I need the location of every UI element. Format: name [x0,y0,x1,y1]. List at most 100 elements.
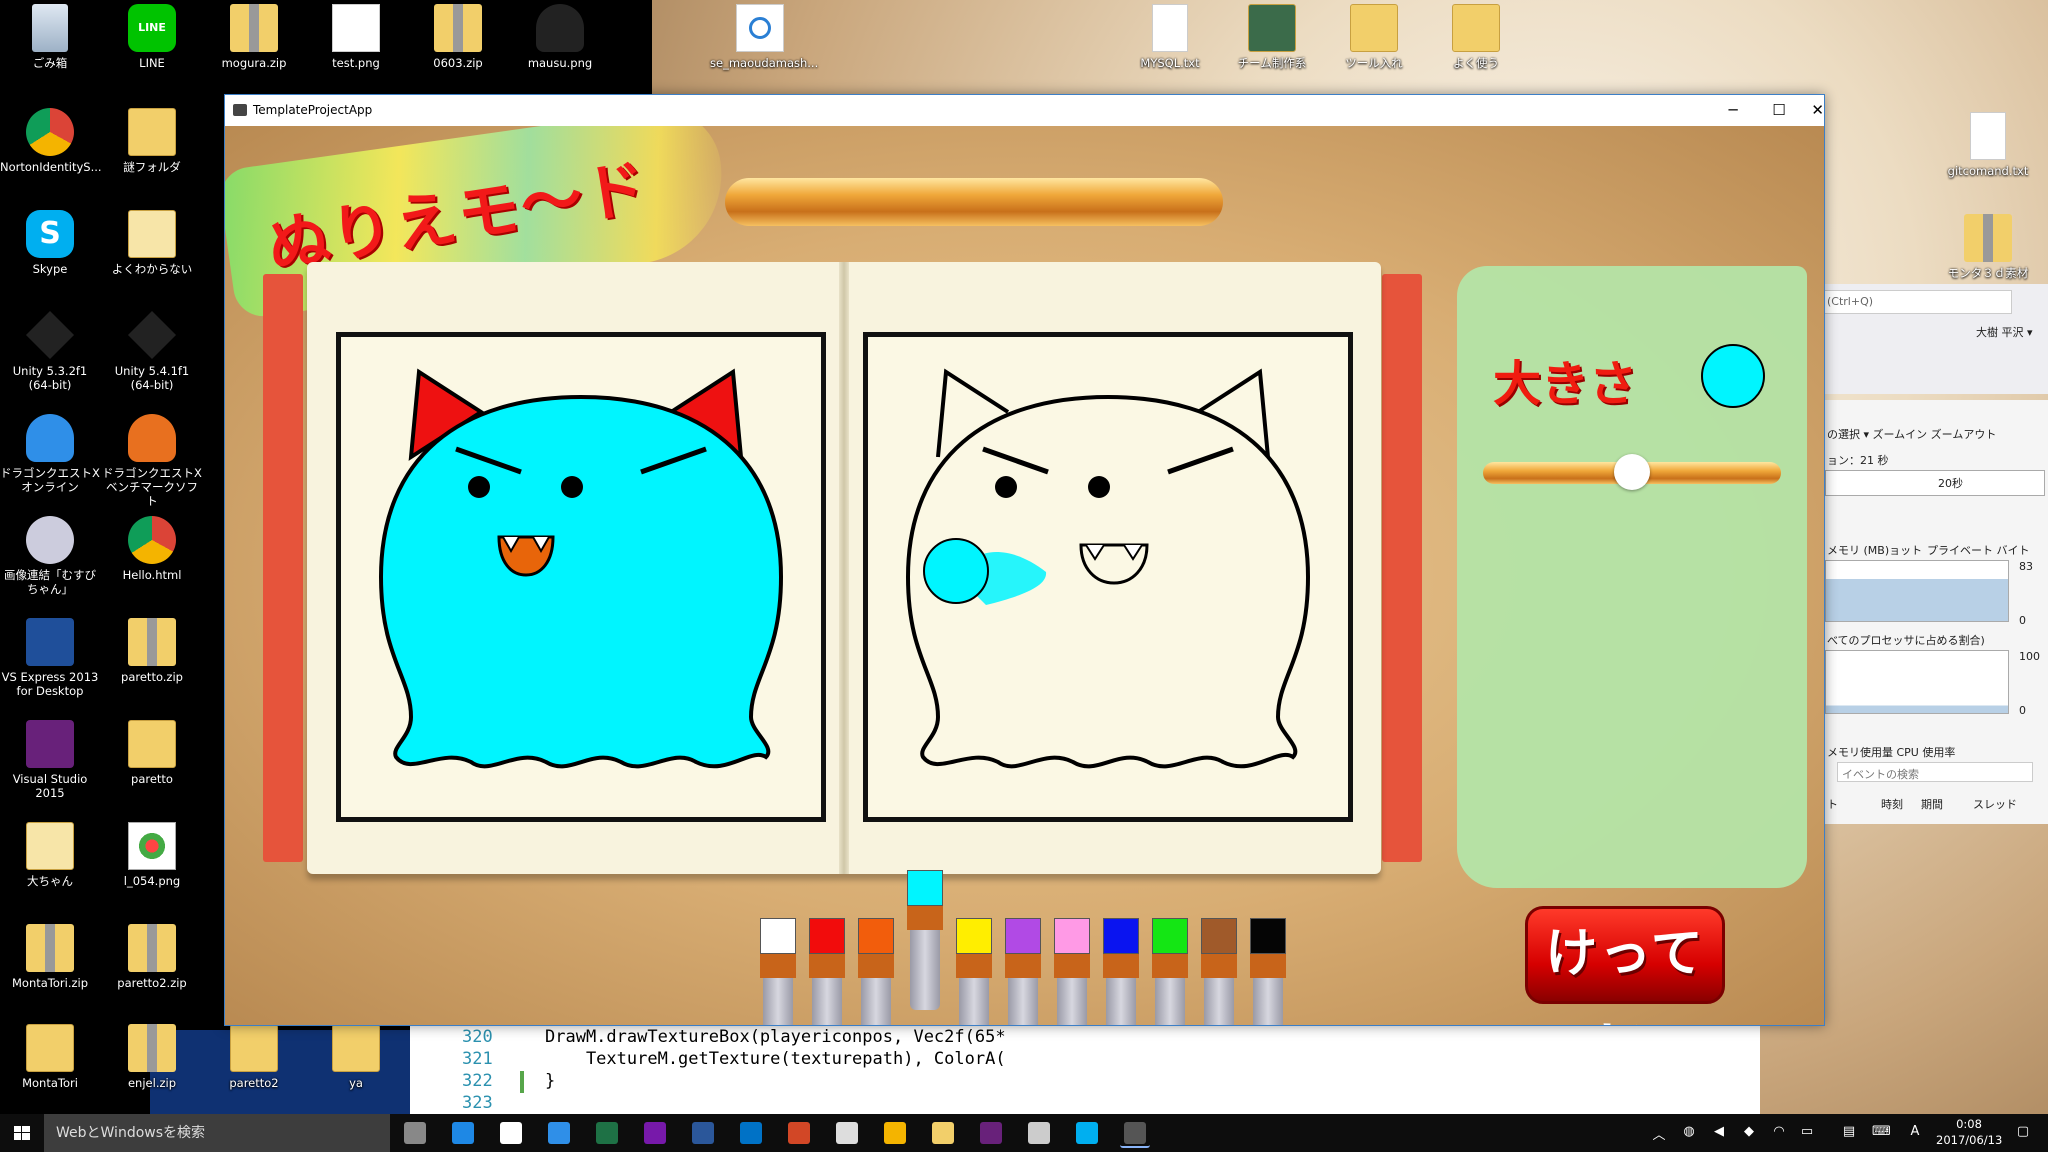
ie-icon[interactable] [544,1118,574,1148]
edge-icon[interactable] [448,1118,478,1148]
desktop-icon[interactable]: paretto [102,716,202,812]
desktop-icon[interactable]: MYSQL.txt [1120,0,1220,96]
desktop-icon[interactable]: gitcomand.txt [1938,108,2038,204]
wifi-icon[interactable]: ◠ [1770,1124,1788,1142]
desktop-icon[interactable]: Unity 5.3.2f1 (64-bit) [0,308,100,404]
title-bar[interactable]: TemplateProjectApp ─ ☐ ✕ [225,95,1824,126]
vs-tabs[interactable]: メモリ使用量 CPU 使用率 [1827,744,1955,760]
paint-brush-brown[interactable] [1201,918,1237,1025]
outlook-icon[interactable] [736,1118,766,1148]
brush-tip [956,918,992,954]
desktop-icon[interactable]: l_054.png [102,818,202,914]
unity-icon[interactable] [832,1118,862,1148]
paint-brush-blue[interactable] [1103,918,1139,1025]
brush-ferrule [809,954,845,978]
desktop-icon[interactable]: 0603.zip [408,0,508,96]
paint-brush-pink[interactable] [1054,918,1090,1025]
paint-brush-red[interactable] [809,918,845,1025]
brush-size-slider[interactable] [1483,454,1781,490]
decide-button[interactable]: けってい [1525,906,1725,1025]
slider-knob[interactable] [1614,454,1650,490]
desktop-icon[interactable]: よくわからない [102,206,202,302]
drawing-monster[interactable] [868,337,1348,817]
notification-message-icon[interactable]: ▤ [1840,1124,1858,1142]
keyboard-icon[interactable]: ⌨ [1872,1124,1891,1142]
network-icon[interactable]: ◍ [1680,1124,1698,1142]
desktop-icon[interactable]: ドラゴンクエストX オンライン [0,410,100,506]
desktop-icon[interactable]: mogura.zip [204,0,304,96]
code-editor[interactable]: 320 321 322 323 DrawM.drawTextureBox(pla… [410,1022,1760,1115]
clock[interactable]: 0:08 2017/06/13 [1936,1116,2002,1148]
action-center-icon[interactable]: ▢ [2014,1124,2032,1142]
paint-brush-black[interactable] [1250,918,1286,1025]
desktop-icon[interactable]: 大ちゃん [0,818,100,914]
desktop-icon[interactable]: ツール入れ [1324,0,1424,96]
app-icon-glyph [1124,1122,1146,1144]
desktop-icon[interactable]: se_maoudamash... [710,0,818,96]
word-icon[interactable] [688,1118,718,1148]
store-icon[interactable] [496,1118,526,1148]
chrome-icon[interactable] [880,1118,910,1148]
visual-studio-icon-glyph [980,1122,1002,1144]
volume-icon[interactable]: ◀ [1710,1124,1728,1142]
taskbar-search[interactable]: WebとWindowsを検索 [44,1114,390,1152]
desktop-icon[interactable]: ドラゴンクエストX ベンチマークソフト [102,410,202,508]
paint-brush-purple[interactable] [1005,918,1041,1025]
desktop-icon[interactable]: paretto2 [204,1020,304,1116]
onenote-icon[interactable] [640,1118,670,1148]
desktop-icon[interactable]: Hello.html [102,512,202,608]
game-canvas[interactable]: ぬりえモ～ド 大きさ けって [225,126,1824,1025]
ime-indicator[interactable]: A [1906,1124,1924,1142]
vs-toolbar[interactable]: の選択 ▾ ズームイン ズームアウト [1827,426,1996,442]
vs-quick-launch[interactable]: (Ctrl+Q) [1822,290,2012,314]
vs-user[interactable]: 大樹 平沢 ▾ [1976,324,2033,340]
sample-monster [378,368,784,769]
chevron-up-icon[interactable]: ︿ [1650,1124,1668,1143]
task-view-icon[interactable] [400,1118,430,1148]
paint-brush-yellow[interactable] [956,918,992,1025]
app-icon[interactable] [1120,1118,1150,1148]
desktop-icon[interactable]: NortonIdentityS... [0,104,102,200]
unity-icon [127,310,177,360]
desktop-icon[interactable]: Unity 5.4.1f1 (64-bit) [102,308,202,404]
battery-icon[interactable]: ▭ [1798,1124,1816,1142]
desktop-icon[interactable]: enjel.zip [102,1020,202,1116]
desktop-icon[interactable]: 謎フォルダ [102,104,202,200]
dropbox-icon[interactable]: ◆ [1740,1124,1758,1142]
desktop-icon[interactable]: paretto2.zip [102,920,202,1016]
desktop-icon[interactable]: よく使う [1426,0,1526,96]
start-button[interactable] [0,1114,44,1152]
skype-icon[interactable] [1072,1118,1102,1148]
vs-event-search[interactable]: イベントの検索 [1837,762,2033,782]
excel-icon[interactable] [592,1118,622,1148]
visual-studio-icon [26,618,74,666]
desktop-icon[interactable]: チーム制作系 [1222,0,1322,96]
desktop-icon[interactable]: test.png [306,0,406,96]
desktop-icon[interactable]: S Skype [0,206,100,302]
sourcetree-icon[interactable] [1024,1118,1054,1148]
paint-brush-green[interactable] [1152,918,1188,1025]
desktop-icon[interactable]: MontaTori [0,1020,100,1116]
paint-brush-white[interactable] [760,918,796,1025]
zip-folder-icon [230,4,278,52]
desktop-icon[interactable]: Visual Studio 2015 [0,716,100,812]
folder-icon [128,108,176,156]
maximize-button[interactable]: ☐ [1756,95,1802,125]
explorer-icon[interactable] [928,1118,958,1148]
close-button[interactable]: ✕ [1802,95,1824,125]
visual-studio-icon[interactable] [976,1118,1006,1148]
paint-brush-cyan[interactable] [907,870,943,1010]
vs-session: ョン：21 秒 [1827,454,1889,467]
desktop-icon[interactable]: ya [306,1020,406,1116]
drawing-page[interactable] [863,332,1353,822]
desktop-icon[interactable]: VS Express 2013 for Desktop [0,614,100,710]
powerpoint-icon[interactable] [784,1118,814,1148]
paint-brush-orange[interactable] [858,918,894,1025]
desktop-icon[interactable]: paretto.zip [102,614,202,710]
desktop-icon[interactable]: 画像連結「むすびちゃん」 [0,512,100,608]
desktop-icon[interactable]: ごみ箱 [0,0,100,96]
desktop-icon[interactable]: MontaTori.zip [0,920,100,1016]
minimize-button[interactable]: ─ [1710,95,1756,125]
desktop-icon[interactable]: mausu.png [510,0,610,96]
desktop-icon[interactable]: LINE LINE [102,0,202,96]
